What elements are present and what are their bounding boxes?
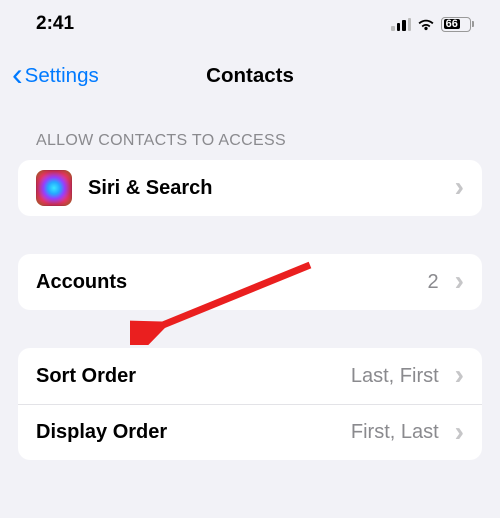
row-label: Display Order: [36, 421, 335, 444]
battery-level: 66: [444, 19, 461, 29]
row-sort-order[interactable]: Sort Order Last, First ›: [18, 348, 482, 404]
status-time: 2:41: [36, 13, 74, 35]
row-accounts[interactable]: Accounts 2 ›: [18, 254, 482, 310]
chevron-left-icon: ‹: [12, 58, 23, 90]
row-label: Accounts: [36, 271, 412, 294]
back-label: Settings: [25, 64, 99, 88]
row-display-order[interactable]: Display Order First, Last ›: [18, 404, 482, 460]
chevron-right-icon: ›: [455, 173, 464, 201]
wifi-icon: [416, 17, 436, 32]
group-accounts: Accounts 2 ›: [18, 254, 482, 310]
siri-icon: [36, 170, 72, 206]
row-label: Sort Order: [36, 365, 335, 388]
group-access: Siri & Search ›: [18, 160, 482, 216]
status-bar: 2:41 66: [0, 0, 500, 48]
row-value: Last, First: [351, 365, 439, 388]
status-indicators: 66: [391, 17, 474, 32]
back-button[interactable]: ‹ Settings: [12, 62, 99, 90]
page-title: Contacts: [206, 64, 294, 88]
chevron-right-icon: ›: [455, 267, 464, 295]
battery-icon: 66: [441, 17, 474, 32]
row-value: 2: [428, 271, 439, 294]
section-header: ALLOW CONTACTS TO ACCESS: [0, 132, 500, 160]
row-value: First, Last: [351, 421, 439, 444]
group-order: Sort Order Last, First › Display Order F…: [18, 348, 482, 460]
row-siri-search[interactable]: Siri & Search ›: [18, 160, 482, 216]
nav-bar: ‹ Settings Contacts: [0, 48, 500, 104]
chevron-right-icon: ›: [455, 361, 464, 389]
content: ALLOW CONTACTS TO ACCESS Siri & Search ›…: [0, 104, 500, 460]
row-label: Siri & Search: [88, 177, 439, 200]
cellular-icon: [391, 18, 411, 31]
chevron-right-icon: ›: [455, 418, 464, 446]
